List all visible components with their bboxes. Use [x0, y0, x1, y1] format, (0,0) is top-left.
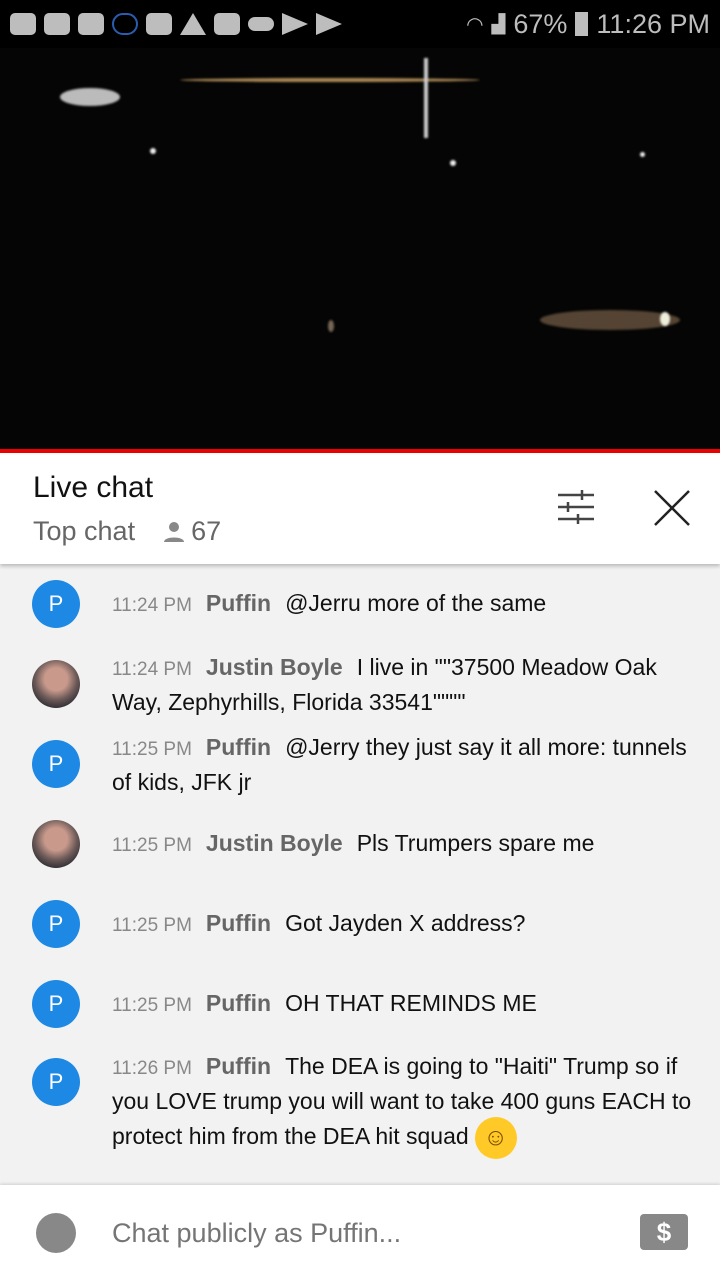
- page-title: Live chat: [33, 471, 154, 504]
- message-body: 11:25 PM Justin Boyle Pls Trumpers spare m…: [112, 827, 692, 862]
- chat-input-bar: $: [0, 1185, 720, 1280]
- wifi-icon: ◠: [466, 13, 484, 36]
- message-body: 11:24 PM Puffin @Jerru more of the same: [112, 587, 692, 622]
- message-time: 11:24 PM: [112, 595, 192, 616]
- message-time: 11:25 PM: [112, 995, 192, 1016]
- chat-input[interactable]: [112, 1218, 612, 1249]
- close-icon[interactable]: [652, 488, 692, 528]
- message-author[interactable]: Puffin: [206, 990, 271, 1016]
- message-body: 11:24 PM Justin Boyle I live in ""37500 Me…: [112, 651, 692, 718]
- message-text: Pls Trumpers spare me: [356, 830, 595, 856]
- filter-settings-icon[interactable]: [556, 489, 596, 525]
- clock: 11:26 PM: [596, 8, 710, 39]
- video-player[interactable]: [0, 48, 720, 450]
- message-time: 11:25 PM: [112, 739, 192, 760]
- avatar[interactable]: [32, 660, 80, 708]
- battery-icon: [575, 12, 589, 36]
- smiling-emoji-icon: ☺: [474, 1117, 517, 1159]
- message-text: I live in ""37500 Meadow Oak Way, Zephyr…: [112, 654, 657, 715]
- youtube-icon: [10, 13, 36, 35]
- viewer-count: 67: [191, 516, 222, 546]
- play-store-icon: [282, 13, 308, 35]
- avatar[interactable]: [32, 820, 80, 868]
- m-app-icon: [78, 13, 104, 35]
- message-text: OH THAT REMINDS ME: [285, 990, 537, 1016]
- message-time: 11:24 PM: [112, 659, 192, 680]
- message-text: Got Jayden X address?: [285, 910, 526, 936]
- message-body: 11:26 PM Puffin The DEA is going to "Haiti…: [112, 1050, 692, 1159]
- message-body: 11:25 PM Puffin Got Jayden X address?: [112, 907, 692, 942]
- emoji-picker-icon[interactable]: [36, 1213, 76, 1253]
- avatar[interactable]: P: [32, 900, 80, 948]
- message-author[interactable]: Justin Boyle: [206, 654, 343, 680]
- youtube-icon: [44, 13, 70, 35]
- image-icon: [214, 13, 240, 35]
- avatar[interactable]: P: [32, 1058, 80, 1106]
- avatar[interactable]: P: [32, 980, 80, 1028]
- message-time: 11:25 PM: [112, 835, 192, 856]
- folder-icon: [146, 13, 172, 35]
- chat-mode-label: Top chat: [33, 516, 136, 546]
- status-bar: ◠ ▟ 67% 11:26 PM: [0, 0, 720, 48]
- play-store-icon: [316, 13, 342, 35]
- person-icon: [164, 521, 185, 542]
- signal-icon: ▟: [491, 13, 506, 34]
- warning-icon: [180, 13, 206, 35]
- avatar[interactable]: P: [32, 580, 80, 628]
- message-body: 11:25 PM Puffin OH THAT REMINDS ME: [112, 987, 692, 1022]
- message-time: 11:26 PM: [112, 1058, 192, 1079]
- message-text: @Jerry they just say it all more: tunnel…: [112, 734, 687, 795]
- message-author[interactable]: Puffin: [206, 590, 271, 616]
- chat-mode-selector[interactable]: Top chat 67: [33, 516, 221, 547]
- cloud-outline-icon: [112, 13, 138, 35]
- message-author[interactable]: Puffin: [206, 910, 271, 936]
- message-time: 11:25 PM: [112, 915, 192, 936]
- cloud-icon: [248, 17, 274, 31]
- message-text: The DEA is going to "Haiti" Trump so if …: [112, 1053, 692, 1150]
- message-author[interactable]: Puffin: [206, 734, 271, 760]
- avatar[interactable]: P: [32, 740, 80, 788]
- message-author[interactable]: Justin Boyle: [206, 830, 343, 856]
- message-body: 11:25 PM Puffin @Jerry they just say it al…: [112, 731, 692, 798]
- battery-percent: 67%: [513, 8, 568, 39]
- message-text: @Jerru more of the same: [285, 590, 547, 616]
- message-author[interactable]: Puffin: [206, 1053, 271, 1079]
- live-chat-header: Live chat Top chat 67: [0, 453, 720, 564]
- super-chat-button[interactable]: $: [640, 1214, 688, 1250]
